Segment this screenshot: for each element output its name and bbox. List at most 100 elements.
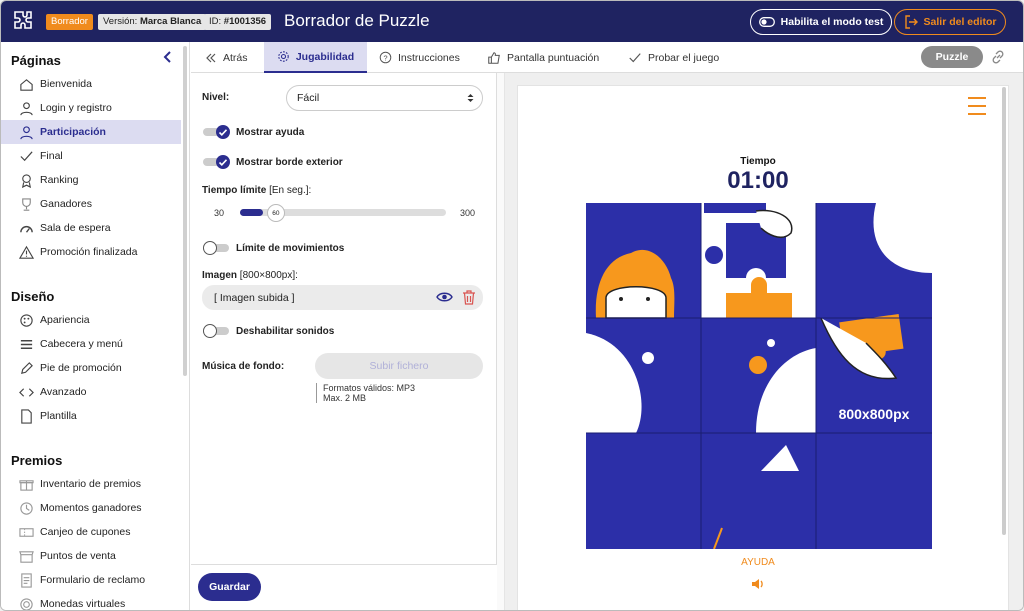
sidebar-item-ganadores[interactable]: Ganadores (1, 192, 181, 216)
tab-gameplay-label: Jugabilidad (295, 50, 355, 63)
slider-knob[interactable]: 60 (266, 204, 285, 222)
disable-sounds-toggle[interactable] (203, 324, 231, 338)
tab-instructions[interactable]: ? Instrucciones (379, 42, 460, 73)
sidebar-item-login[interactable]: Login y registro (1, 96, 181, 120)
disable-sounds-label: Deshabilitar sonidos (236, 326, 335, 337)
sound-icon[interactable] (750, 576, 766, 592)
puzzle-image-text: 800x800px (839, 406, 910, 422)
delete-image-button[interactable] (459, 288, 479, 306)
game-type-button[interactable]: Puzzle (921, 46, 983, 68)
menu-line (968, 105, 986, 107)
hamburger-menu-icon[interactable] (968, 97, 986, 115)
coupon-icon (18, 524, 34, 540)
sidebar-item-label: Plantilla (40, 410, 77, 422)
show-help-label: Mostrar ayuda (236, 127, 305, 138)
sidebar-item-label: Final (40, 150, 63, 162)
show-border-toggle[interactable] (203, 155, 231, 169)
user-icon (18, 100, 34, 116)
pen-icon (18, 360, 34, 376)
section-title-pages: Páginas (11, 53, 61, 68)
sidebar-item-apariencia[interactable]: Apariencia (1, 308, 181, 332)
sidebar-scrollbar[interactable] (183, 46, 187, 376)
sidebar-item-sala-espera[interactable]: Sala de espera (1, 216, 181, 240)
sidebar-item-label: Ranking (40, 174, 79, 186)
link-icon[interactable] (990, 49, 1006, 65)
sidebar-item-momentos[interactable]: Momentos ganadores (1, 496, 181, 520)
tab-try-game[interactable]: Probar el juego (628, 42, 719, 73)
check-icon (629, 52, 641, 62)
menu-line (968, 97, 986, 99)
section-title-design: Diseño (11, 289, 55, 304)
sidebar-item-ranking[interactable]: Ranking (1, 168, 181, 192)
check-icon (18, 148, 34, 164)
page-title: Borrador de Puzzle (284, 11, 430, 30)
view-image-button[interactable] (434, 288, 454, 306)
sidebar-item-puntos-venta[interactable]: Puntos de venta (1, 544, 181, 568)
coin-icon (18, 596, 34, 610)
sidebar-item-promocion-finalizada[interactable]: Promoción finalizada (1, 240, 181, 264)
image-label-text: Imagen (202, 270, 238, 281)
toggle-knob (203, 241, 217, 255)
sidebar-item-avanzado[interactable]: Avanzado (1, 380, 181, 404)
exit-editor-button[interactable]: Salir del editor (894, 9, 1006, 35)
slider-fill (240, 209, 263, 216)
toggle-icon (758, 17, 775, 27)
sidebar-item-label: Canjeo de cupones (40, 526, 131, 538)
sidebar-item-label: Inventario de premios (40, 478, 141, 490)
tab-back[interactable]: Atrás (191, 42, 262, 73)
home-icon (18, 76, 34, 92)
tab-gameplay[interactable]: Jugabilidad (264, 42, 367, 73)
test-mode-label: Habilita el modo test (780, 16, 884, 28)
time-limit-text: Tiempo límite (202, 185, 267, 196)
checkmark-icon (218, 129, 228, 136)
level-select[interactable]: Fácil (286, 85, 483, 111)
upload-file-button[interactable]: Subir fichero (315, 353, 483, 379)
sidebar-item-cabecera-menu[interactable]: Cabecera y menú (1, 332, 181, 356)
help-button[interactable]: AYUDA (721, 557, 795, 568)
moves-limit-toggle[interactable] (203, 241, 231, 255)
sidebar-item-inventario[interactable]: Inventario de premios (1, 472, 181, 496)
max-size-hint: Max. 2 MB (323, 393, 367, 403)
form-icon (18, 572, 34, 588)
puzzle-board[interactable]: 800x800px (586, 203, 932, 549)
tab-score-screen[interactable]: Pantalla puntuación (487, 42, 599, 73)
show-help-toggle[interactable] (203, 125, 231, 139)
sidebar-item-bienvenida[interactable]: Bienvenida (1, 72, 181, 96)
level-label: Nivel: (202, 92, 230, 103)
gear-icon (278, 51, 289, 62)
formats-hint: Formatos válidos: MP3 (323, 383, 416, 393)
puzzle-logo-icon[interactable] (10, 10, 34, 34)
time-limit-slider[interactable]: 60 (240, 204, 446, 222)
sidebar-item-label: Cabecera y menú (40, 338, 123, 350)
svg-text:?: ? (383, 53, 387, 62)
menu-line (968, 113, 986, 115)
preview-scrollbar[interactable] (1002, 87, 1006, 535)
sidebar-item-monedas[interactable]: Monedas virtuales (1, 592, 181, 610)
tab-back-label: Atrás (223, 51, 248, 64)
time-label: Tiempo (740, 156, 776, 167)
save-button[interactable]: Guardar (198, 573, 261, 601)
sidebar-item-label: Participación (40, 126, 106, 138)
warning-icon (18, 244, 34, 260)
medal-icon (18, 172, 34, 188)
sidebar-item-label: Formulario de reclamo (40, 574, 146, 586)
double-chevron-left-icon (206, 53, 216, 62)
collapse-sidebar-icon[interactable] (161, 50, 175, 64)
test-mode-button[interactable]: Habilita el modo test (750, 9, 892, 35)
tab-instructions-label: Instrucciones (398, 51, 460, 64)
editor-window: Borrador Versión: Marca Blanca ID: #1001… (0, 0, 1024, 611)
sidebar-item-final[interactable]: Final (1, 144, 181, 168)
panel-scrollbar[interactable] (497, 73, 505, 610)
puzzle-tile[interactable] (701, 203, 816, 318)
sidebar-item-plantilla[interactable]: Plantilla (1, 404, 181, 428)
sidebar-item-label: Ganadores (40, 198, 92, 210)
sidebar-item-canjeo[interactable]: Canjeo de cupones (1, 520, 181, 544)
sidebar-item-participacion[interactable]: Participación (1, 120, 181, 144)
sidebar-item-label: Monedas virtuales (40, 598, 126, 610)
eye-icon (435, 292, 453, 302)
sidebar-item-formulario[interactable]: Formulario de reclamo (1, 568, 181, 592)
user-icon (18, 124, 34, 140)
sidebar-item-pie-promocion[interactable]: Pie de promoción (1, 356, 181, 380)
version-value: Marca Blanca (139, 16, 202, 27)
version-badge: Versión: Marca Blanca (98, 14, 207, 30)
